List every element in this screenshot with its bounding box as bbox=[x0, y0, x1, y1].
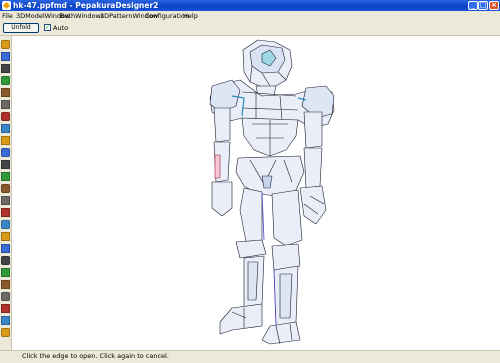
page-icon[interactable] bbox=[1, 220, 10, 229]
fill-icon[interactable] bbox=[1, 136, 10, 145]
close-button[interactable]: × bbox=[489, 1, 499, 10]
status-text: Click the edge to open. Click again to c… bbox=[22, 352, 169, 360]
paint-icon[interactable] bbox=[1, 124, 10, 133]
grid-icon[interactable] bbox=[1, 232, 10, 241]
auto-label: Auto bbox=[53, 24, 69, 32]
robot-model-wireframe bbox=[209, 39, 335, 345]
menu-file[interactable]: File bbox=[2, 11, 13, 21]
menu-bothwindows[interactable]: BothWindows bbox=[60, 11, 104, 21]
flap-icon[interactable] bbox=[1, 196, 10, 205]
text-icon[interactable] bbox=[1, 208, 10, 217]
window-title: hk-47.ppfmd - PepakuraDesigner2 bbox=[13, 1, 159, 10]
maximize-button[interactable]: □ bbox=[478, 1, 488, 10]
menu-help[interactable]: Help bbox=[183, 11, 198, 21]
ruler-icon[interactable] bbox=[1, 112, 10, 121]
join-icon[interactable] bbox=[1, 184, 10, 193]
settings-icon[interactable] bbox=[1, 292, 10, 301]
app-icon bbox=[2, 1, 11, 10]
sidebar bbox=[0, 36, 12, 350]
select-icon[interactable] bbox=[1, 148, 10, 157]
cut-icon[interactable] bbox=[1, 172, 10, 181]
status-bar: Click the edge to open. Click again to c… bbox=[0, 350, 500, 363]
layout-icon[interactable] bbox=[1, 244, 10, 253]
zoom-icon[interactable] bbox=[1, 268, 10, 277]
home-icon[interactable] bbox=[1, 280, 10, 289]
pencil-icon[interactable] bbox=[1, 64, 10, 73]
toolbar: Unfold ✓ Auto bbox=[0, 21, 500, 36]
move-icon[interactable] bbox=[1, 160, 10, 169]
3d-model-viewport[interactable] bbox=[12, 36, 500, 350]
list-icon[interactable] bbox=[1, 316, 10, 325]
auto-checkbox[interactable]: ✓ bbox=[44, 24, 51, 31]
menu-bar: File 3DModelWindow BothWindows 2DPattern… bbox=[0, 11, 500, 21]
minimize-button[interactable]: _ bbox=[468, 1, 478, 10]
title-bar: hk-47.ppfmd - PepakuraDesigner2 _ □ × bbox=[0, 0, 500, 11]
print-icon[interactable] bbox=[1, 256, 10, 265]
rotate-icon[interactable] bbox=[1, 88, 10, 97]
eye-icon[interactable] bbox=[1, 76, 10, 85]
unfold-button[interactable]: Unfold bbox=[3, 23, 39, 33]
mirror-icon[interactable] bbox=[1, 100, 10, 109]
open-icon[interactable] bbox=[1, 40, 10, 49]
check-icon[interactable] bbox=[1, 328, 10, 337]
copy-icon[interactable] bbox=[1, 304, 10, 313]
save-icon[interactable] bbox=[1, 52, 10, 61]
